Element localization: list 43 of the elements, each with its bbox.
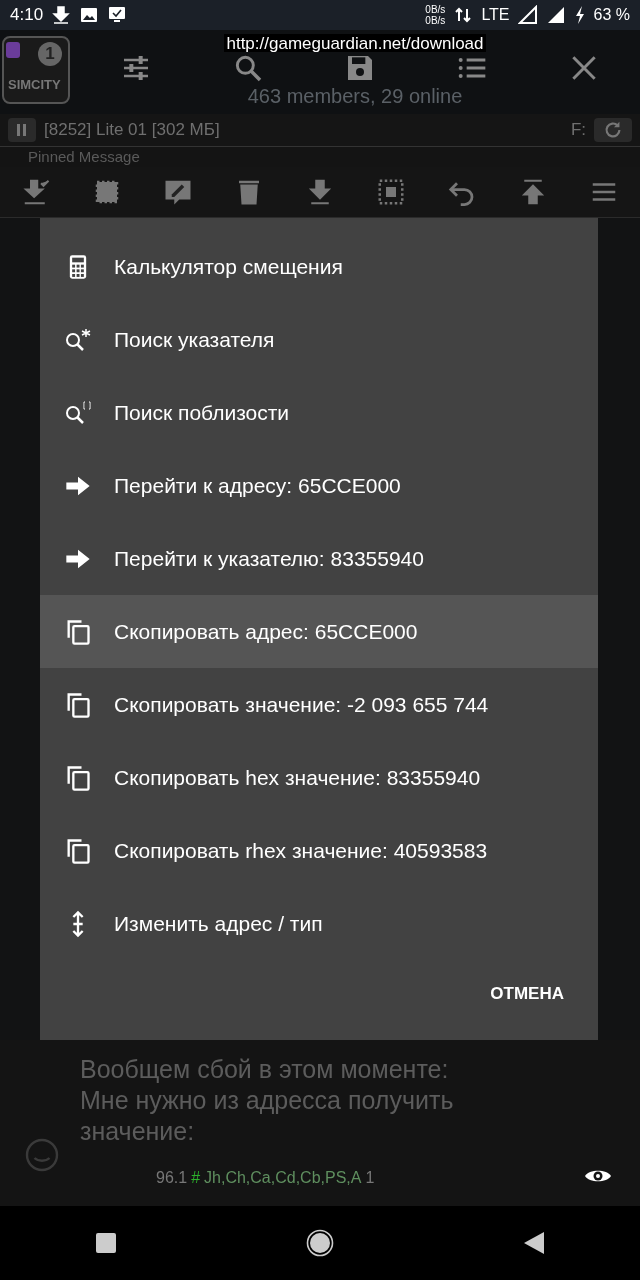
download-speed: 0B/s [425,15,446,26]
menu-item[interactable]: Скопировать hex значение: 83355940 [40,741,598,814]
download-icon [51,5,72,25]
menu-item[interactable]: Скопировать rhex значение: 40593583 [40,814,598,887]
cancel-button[interactable]: ОТМЕНА [474,972,580,1016]
menu-item[interactable]: Калькулятор смещения [40,230,598,303]
count-label: 1 [365,1169,375,1187]
square-icon [94,1231,118,1255]
notification-badge: 1 [38,42,62,66]
tag-list: Jh,Ch,Ca,Cd,Cb,PS,A [204,1169,362,1187]
download-url[interactable]: http://gameguardian.net/download [224,34,486,52]
members-count: 463 members, 29 online [247,84,463,108]
menu-item[interactable]: Скопировать значение: -2 093 655 744 [40,668,598,741]
refresh-button[interactable] [594,118,632,142]
charging-icon [573,5,586,25]
menu-item[interactable]: Поиск поблизости [40,376,598,449]
select-icon[interactable] [376,177,407,207]
image-icon [79,5,100,25]
message-text: Вообщем сбой в этом моменте: Мне нужно из адресса получить значение: [79,1054,455,1147]
pause-button[interactable] [8,118,36,142]
menu-item[interactable]: Перейти к адресу: 65CCE000 [40,449,598,522]
version-label: 96.1 [156,1169,188,1187]
upload-speed: 0B/s [425,4,446,15]
process-label: [8252] Lite 01 [302 МБ] [44,120,220,140]
menu-item[interactable]: Скопировать адрес: 65CCE000 [40,595,598,668]
pinned-title: Pinned Message [28,148,140,165]
triangle-icon [522,1231,546,1255]
app-icon[interactable]: 1 SIMCITY [2,36,70,104]
battery-level: 63 % [593,6,630,24]
data-arrows-icon [453,5,474,25]
logo-icon [6,42,20,58]
clock: 4:10 [10,5,44,25]
menu-item[interactable]: Изменить адрес / тип [40,887,598,960]
pause-icon [16,123,28,137]
menu-item[interactable]: Поиск указателя [40,303,598,376]
signal-icon [517,5,538,25]
app-label: SIMCITY [8,77,61,92]
menu-item[interactable]: Перейти к указателю: 83355940 [40,522,598,595]
hash-mark: # [191,1169,201,1187]
circle-icon [306,1229,334,1257]
network-type: LTE [481,6,510,24]
filter-label: F: [570,120,586,140]
monitor-icon [107,5,128,25]
